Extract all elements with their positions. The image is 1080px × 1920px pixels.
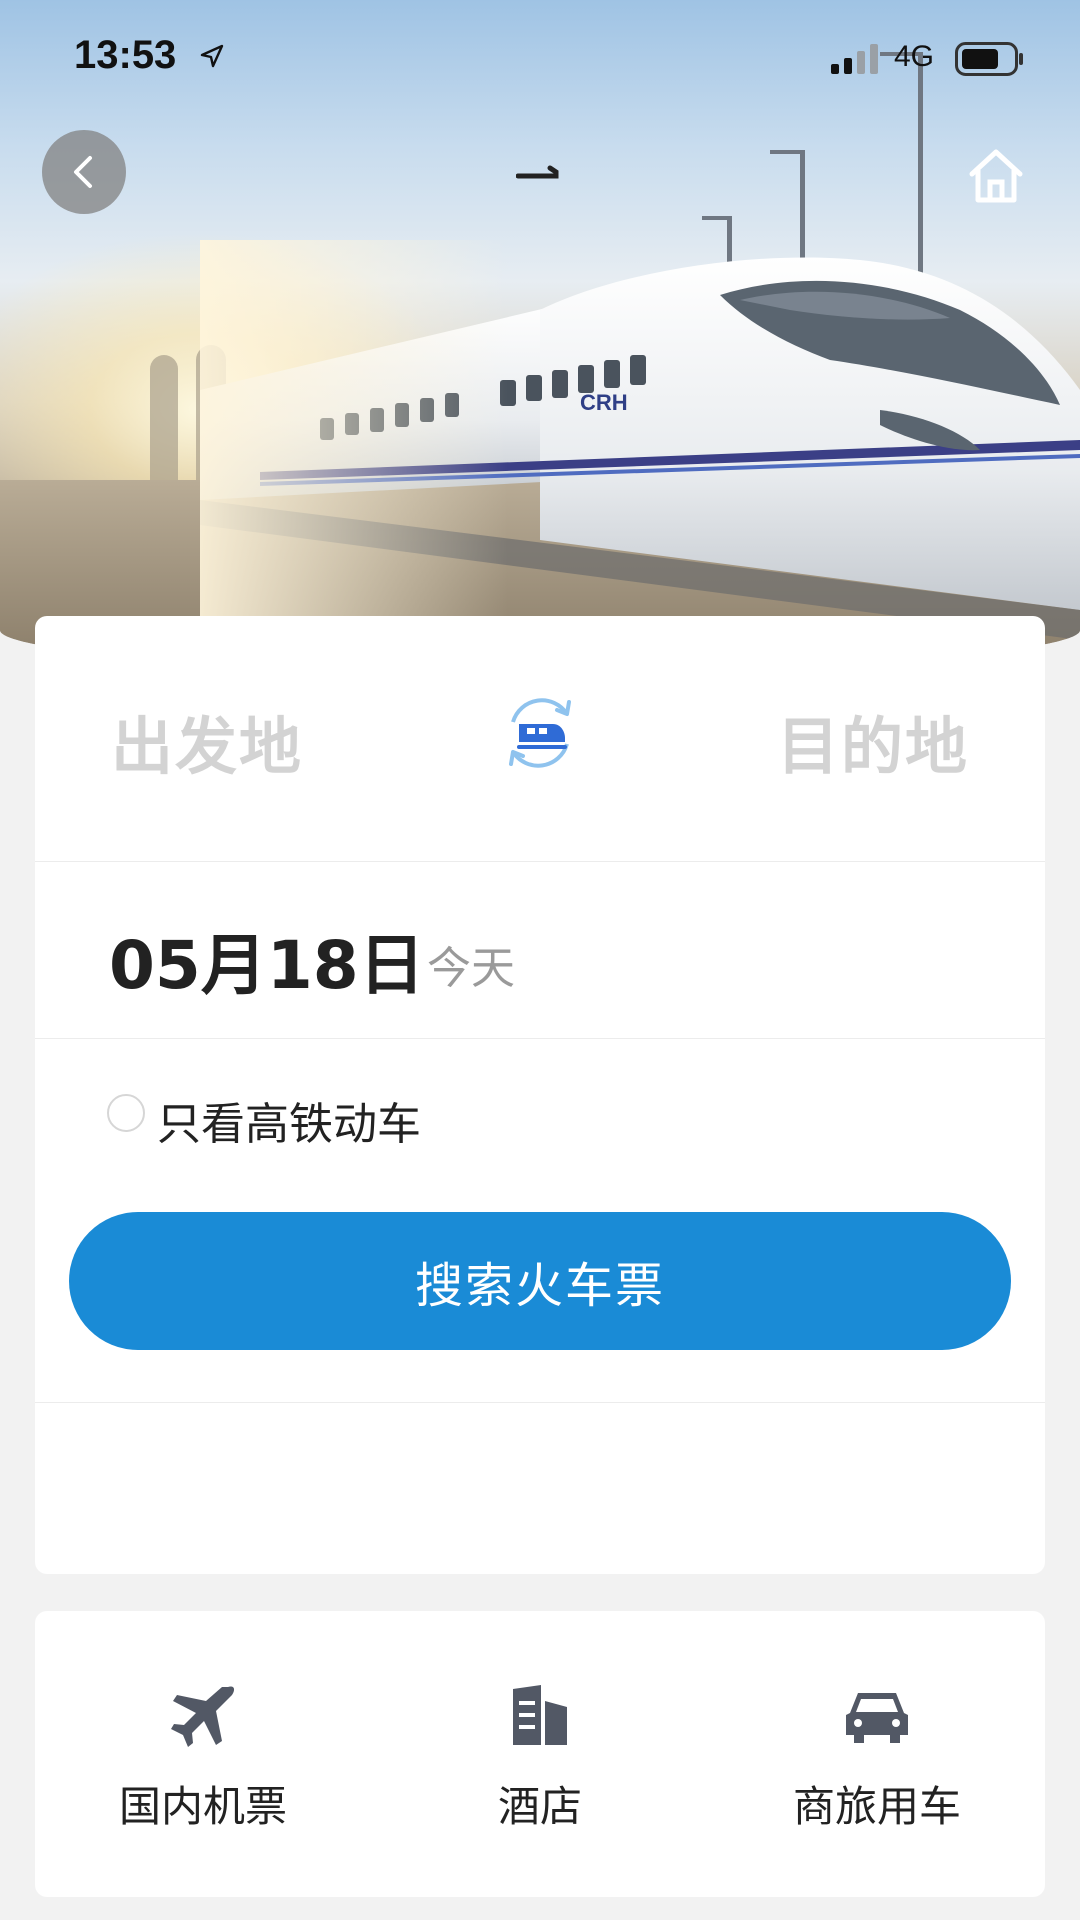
destination-input[interactable]: 目的地 bbox=[777, 696, 969, 786]
date-picker[interactable]: 05月18日 今天 bbox=[35, 862, 1045, 1038]
page-title-mark bbox=[516, 165, 559, 179]
route-row: 出发地 目的地 bbox=[35, 616, 1045, 861]
battery-icon bbox=[955, 42, 1023, 76]
high-speed-filter-label: 只看高铁动车 bbox=[157, 1099, 421, 1150]
quick-links: 国内机票 酒店 商旅用车 bbox=[35, 1611, 1045, 1897]
location-arrow-icon bbox=[200, 44, 224, 68]
status-time: 13:53 bbox=[74, 33, 177, 77]
train-search-card: 出发地 目的地 05月18日 今天 只看高铁动车 搜索火车票 bbox=[35, 616, 1045, 1574]
quick-link-car[interactable]: 商旅用车 bbox=[709, 1611, 1045, 1897]
divider bbox=[35, 1402, 1045, 1403]
quick-link-label: 酒店 bbox=[497, 1782, 582, 1831]
car-icon bbox=[846, 1693, 908, 1743]
home-icon[interactable] bbox=[966, 148, 1026, 204]
status-bar: 13:53 4G bbox=[0, 0, 1080, 110]
light-pole bbox=[770, 150, 804, 154]
high-speed-checkbox[interactable] bbox=[107, 1094, 145, 1132]
quick-link-label: 国内机票 bbox=[118, 1782, 287, 1831]
quick-link-label: 商旅用车 bbox=[792, 1782, 961, 1831]
high-speed-filter[interactable]: 只看高铁动车 bbox=[35, 1040, 1045, 1160]
chevron-left-icon bbox=[74, 156, 92, 188]
back-button[interactable] bbox=[42, 130, 126, 214]
city-tower bbox=[150, 355, 178, 485]
quick-link-hotel[interactable]: 酒店 bbox=[372, 1611, 708, 1897]
search-train-tickets-button[interactable]: 搜索火车票 bbox=[69, 1212, 1011, 1350]
light-pole bbox=[702, 216, 730, 220]
travel-date[interactable]: 05月18日 bbox=[109, 912, 425, 1008]
airplane-icon bbox=[171, 1686, 235, 1747]
quick-link-flights[interactable]: 国内机票 bbox=[35, 1611, 371, 1897]
hotel-building-icon bbox=[513, 1685, 567, 1745]
signal-icon bbox=[831, 44, 878, 74]
train-swap-icon[interactable] bbox=[495, 688, 585, 778]
date-hint: 今天 bbox=[427, 943, 515, 994]
divider bbox=[35, 1038, 1045, 1039]
network-type: 4G bbox=[894, 40, 935, 73]
train-illustration: CRH bbox=[200, 240, 1080, 660]
departure-input[interactable]: 出发地 bbox=[111, 696, 303, 786]
